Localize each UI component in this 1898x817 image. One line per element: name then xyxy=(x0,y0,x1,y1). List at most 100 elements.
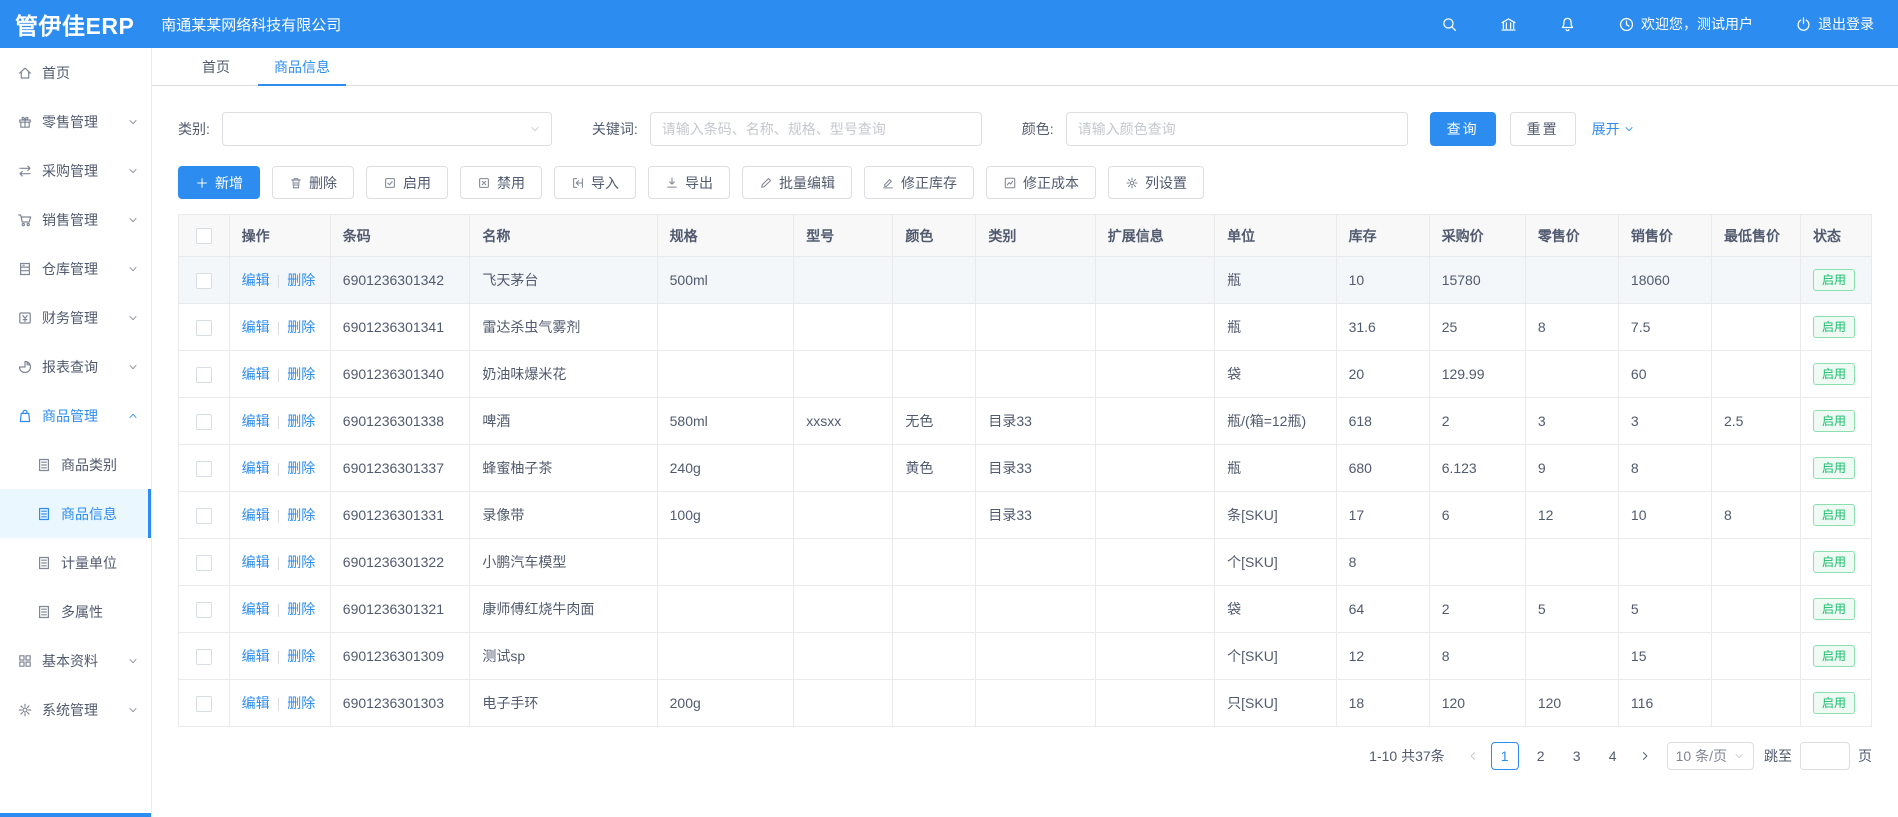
delete-link[interactable]: 删除 xyxy=(287,695,315,711)
delete-link[interactable]: 删除 xyxy=(287,366,315,382)
cell-status: 启用 xyxy=(1801,680,1872,727)
toolbar-button-8[interactable]: 修正成本 xyxy=(986,166,1096,199)
cell-purchase xyxy=(1429,539,1525,586)
sidebar-item-13[interactable]: 系统管理 xyxy=(0,685,151,734)
toolbar-button-7[interactable]: 修正库存 xyxy=(864,166,974,199)
delete-link[interactable]: 删除 xyxy=(287,272,315,288)
row-checkbox[interactable] xyxy=(196,508,212,524)
table-row: 编辑|删除6901236301342飞天茅台500ml瓶101578018060… xyxy=(179,257,1872,304)
sidebar-item-label: 计量单位 xyxy=(61,553,117,573)
edit-link[interactable]: 编辑 xyxy=(242,601,270,617)
delete-link[interactable]: 删除 xyxy=(287,460,315,476)
sidebar-item-label: 商品管理 xyxy=(42,406,98,426)
keyword-input[interactable] xyxy=(650,112,982,146)
toolbar-button-3[interactable]: 禁用 xyxy=(460,166,542,199)
bell-icon[interactable] xyxy=(1559,16,1576,33)
page-number-2[interactable]: 2 xyxy=(1527,742,1555,770)
status-badge: 启用 xyxy=(1813,363,1855,385)
search-button[interactable]: 查询 xyxy=(1430,112,1496,146)
prev-page-icon[interactable] xyxy=(1459,742,1487,770)
cell-purchase: 2 xyxy=(1429,586,1525,633)
logout-button[interactable]: 退出登录 xyxy=(1795,14,1874,34)
sidebar-item-12[interactable]: 基本资料 xyxy=(0,636,151,685)
toolbar-button-1[interactable]: 删除 xyxy=(272,166,354,199)
delete-link[interactable]: 删除 xyxy=(287,648,315,664)
sidebar-item-8[interactable]: 商品类别 xyxy=(0,440,151,489)
sidebar-item-9[interactable]: 商品信息 xyxy=(0,489,151,538)
chevron-down-icon xyxy=(127,704,139,716)
x-square-icon xyxy=(477,176,491,190)
bank-icon[interactable] xyxy=(1500,16,1517,33)
toolbar-button-label: 修正成本 xyxy=(1023,173,1079,193)
cell-name: 康师傅红烧牛肉面 xyxy=(470,586,657,633)
import-icon xyxy=(571,176,585,190)
edit-link[interactable]: 编辑 xyxy=(242,272,270,288)
delete-link[interactable]: 删除 xyxy=(287,413,315,429)
page-number-1[interactable]: 1 xyxy=(1491,742,1519,770)
cell-name: 电子手环 xyxy=(470,680,657,727)
category-select[interactable] xyxy=(222,112,552,146)
edit-link[interactable]: 编辑 xyxy=(242,460,270,476)
row-checkbox[interactable] xyxy=(196,414,212,430)
cell-color xyxy=(893,257,976,304)
delete-link[interactable]: 删除 xyxy=(287,319,315,335)
jump-page-input[interactable] xyxy=(1800,742,1850,770)
edit-link[interactable]: 编辑 xyxy=(242,366,270,382)
jump-label: 跳至 xyxy=(1764,746,1792,766)
row-checkbox[interactable] xyxy=(196,602,212,618)
sidebar-item-1[interactable]: 零售管理 xyxy=(0,97,151,146)
toolbar-button-4[interactable]: 导入 xyxy=(554,166,636,199)
expand-link[interactable]: 展开 xyxy=(1592,119,1635,139)
page-size-select[interactable]: 10 条/页 xyxy=(1667,742,1754,770)
select-all-checkbox[interactable] xyxy=(196,228,212,244)
edit-link[interactable]: 编辑 xyxy=(242,507,270,523)
row-checkbox[interactable] xyxy=(196,367,212,383)
row-checkbox[interactable] xyxy=(196,320,212,336)
delete-link[interactable]: 删除 xyxy=(287,507,315,523)
toolbar-button-6[interactable]: 批量编辑 xyxy=(742,166,852,199)
toolbar-button-5[interactable]: 导出 xyxy=(648,166,730,199)
color-input[interactable] xyxy=(1066,112,1408,146)
toolbar-button-0[interactable]: 新增 xyxy=(178,166,260,199)
chevron-down-icon xyxy=(127,116,139,128)
page-number-3[interactable]: 3 xyxy=(1563,742,1591,770)
next-page-icon[interactable] xyxy=(1631,742,1659,770)
row-checkbox[interactable] xyxy=(196,649,212,665)
page-number-4[interactable]: 4 xyxy=(1599,742,1627,770)
edit-link[interactable]: 编辑 xyxy=(242,554,270,570)
tab-0[interactable]: 首页 xyxy=(180,48,252,85)
sidebar-item-4[interactable]: 仓库管理 xyxy=(0,244,151,293)
sidebar-item-2[interactable]: 采购管理 xyxy=(0,146,151,195)
edit-link[interactable]: 编辑 xyxy=(242,413,270,429)
row-checkbox[interactable] xyxy=(196,555,212,571)
sidebar-item-0[interactable]: 首页 xyxy=(0,48,151,97)
toolbar-button-9[interactable]: 列设置 xyxy=(1108,166,1204,199)
delete-link[interactable]: 删除 xyxy=(287,554,315,570)
doc-icon xyxy=(36,555,52,571)
user-welcome[interactable]: 欢迎您，测试用户 xyxy=(1618,14,1753,34)
edit-link[interactable]: 编辑 xyxy=(242,319,270,335)
toolbar-button-2[interactable]: 启用 xyxy=(366,166,448,199)
edit-link[interactable]: 编辑 xyxy=(242,695,270,711)
sidebar-item-11[interactable]: 多属性 xyxy=(0,587,151,636)
cell-name: 测试sp xyxy=(470,633,657,680)
sidebar-item-10[interactable]: 计量单位 xyxy=(0,538,151,587)
row-checkbox[interactable] xyxy=(196,273,212,289)
table-body: 编辑|删除6901236301342飞天茅台500ml瓶101578018060… xyxy=(179,257,1872,727)
row-checkbox[interactable] xyxy=(196,696,212,712)
search-icon[interactable] xyxy=(1441,16,1458,33)
sidebar-item-6[interactable]: 报表查询 xyxy=(0,342,151,391)
tab-1[interactable]: 商品信息 xyxy=(252,48,352,85)
sidebar-item-label: 报表查询 xyxy=(42,357,98,377)
column-header: 采购价 xyxy=(1429,215,1525,257)
delete-link[interactable]: 删除 xyxy=(287,601,315,617)
sidebar-item-7[interactable]: 商品管理 xyxy=(0,391,151,440)
sidebar-collapse-bar[interactable] xyxy=(0,813,151,817)
stock-edit-icon xyxy=(881,176,895,190)
sidebar-item-5[interactable]: 财务管理 xyxy=(0,293,151,342)
edit-link[interactable]: 编辑 xyxy=(242,648,270,664)
reset-button[interactable]: 重置 xyxy=(1510,112,1576,146)
row-checkbox[interactable] xyxy=(196,461,212,477)
sidebar-item-3[interactable]: 销售管理 xyxy=(0,195,151,244)
cell-status: 启用 xyxy=(1801,257,1872,304)
